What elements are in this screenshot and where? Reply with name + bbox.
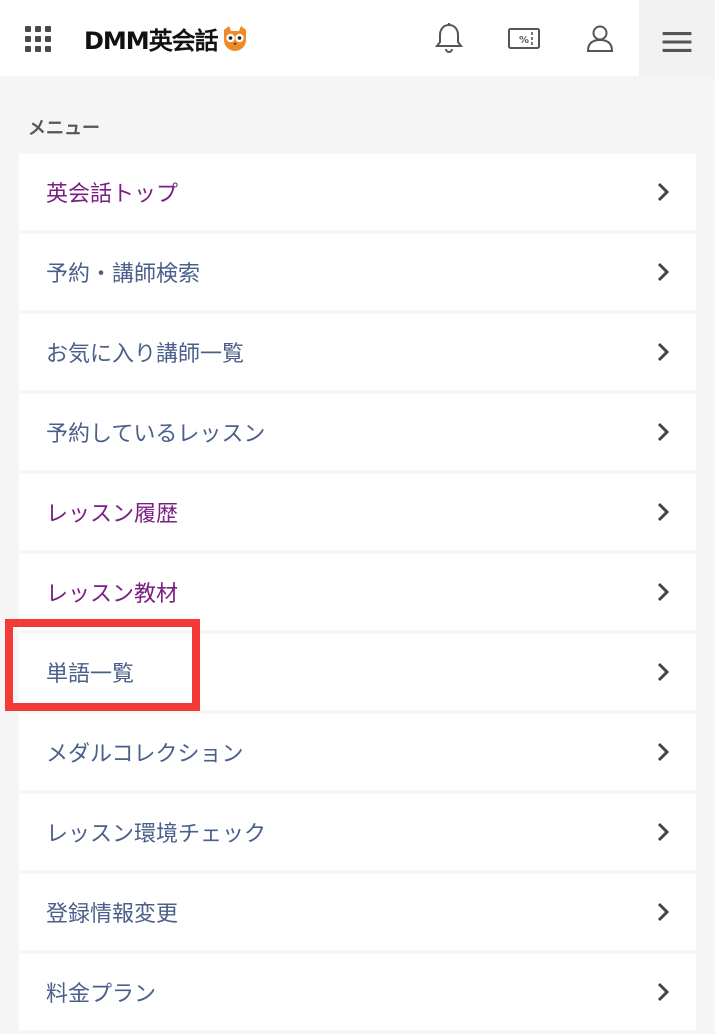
coupon-icon[interactable]: %	[506, 20, 542, 56]
menu-item-reserve-search[interactable]: 予約・講師検索	[19, 234, 696, 310]
top-header: DMM英会話 %	[0, 0, 715, 76]
menu-item-reserved-lessons[interactable]: 予約しているレッスン	[19, 394, 696, 470]
svg-text:%: %	[519, 35, 529, 46]
menu-item-label: 料金プラン	[46, 982, 157, 1007]
menu-item-label: 単語一覧	[46, 662, 135, 687]
logo-text: DMM英会話	[84, 26, 219, 55]
menu-item-label: レッスン環境チェック	[46, 822, 267, 847]
menu-item-favorite-teachers[interactable]: お気に入り講師一覧	[19, 314, 696, 390]
chevron-right-icon	[657, 982, 670, 1002]
menu-item-label: 登録情報変更	[46, 902, 179, 927]
menu-item-label: お気に入り講師一覧	[46, 342, 245, 367]
menu-item-medal-collection[interactable]: メダルコレクション	[19, 714, 696, 790]
menu-item-lesson-materials[interactable]: レッスン教材	[19, 554, 696, 630]
menu-item-lesson-history[interactable]: レッスン履歴	[19, 474, 696, 550]
apps-grid-icon[interactable]	[25, 26, 51, 52]
menu-item-pricing-plan[interactable]: 料金プラン	[19, 954, 696, 1030]
menu-item-label: 予約・講師検索	[46, 262, 201, 287]
chevron-right-icon	[657, 902, 670, 922]
user-icon[interactable]	[582, 20, 618, 56]
chevron-right-icon	[657, 582, 670, 602]
chevron-right-icon	[657, 742, 670, 762]
menu-item-label: レッスン教材	[46, 582, 179, 607]
bell-icon[interactable]	[431, 20, 467, 56]
menu-item-label: 英会話トップ	[46, 182, 179, 207]
menu-item-label: 予約しているレッスン	[46, 422, 266, 447]
chevron-right-icon	[657, 422, 670, 442]
menu-list: 英会話トップ 予約・講師検索 お気に入り講師一覧 予約しているレッスン レッスン…	[19, 154, 696, 1034]
menu-item-account-settings[interactable]: 登録情報変更	[19, 874, 696, 950]
menu-item-environment-check[interactable]: レッスン環境チェック	[19, 794, 696, 870]
chevron-right-icon	[657, 662, 670, 682]
chevron-right-icon	[657, 182, 670, 202]
menu-section-title: メニュー	[28, 118, 100, 139]
menu-item-label: レッスン履歴	[46, 502, 179, 527]
chevron-right-icon	[657, 342, 670, 362]
dmm-eikaiwa-logo[interactable]: DMM英会話	[84, 22, 249, 55]
menu-item-eikaiwa-top[interactable]: 英会話トップ	[19, 154, 696, 230]
owl-logo-icon	[223, 26, 246, 51]
chevron-right-icon	[657, 262, 670, 282]
chevron-right-icon	[657, 502, 670, 522]
hamburger-menu-icon[interactable]	[659, 24, 692, 52]
menu-item-vocabulary-list[interactable]: 単語一覧	[19, 634, 696, 710]
chevron-right-icon	[657, 822, 670, 842]
menu-item-label: メダルコレクション	[46, 742, 244, 767]
